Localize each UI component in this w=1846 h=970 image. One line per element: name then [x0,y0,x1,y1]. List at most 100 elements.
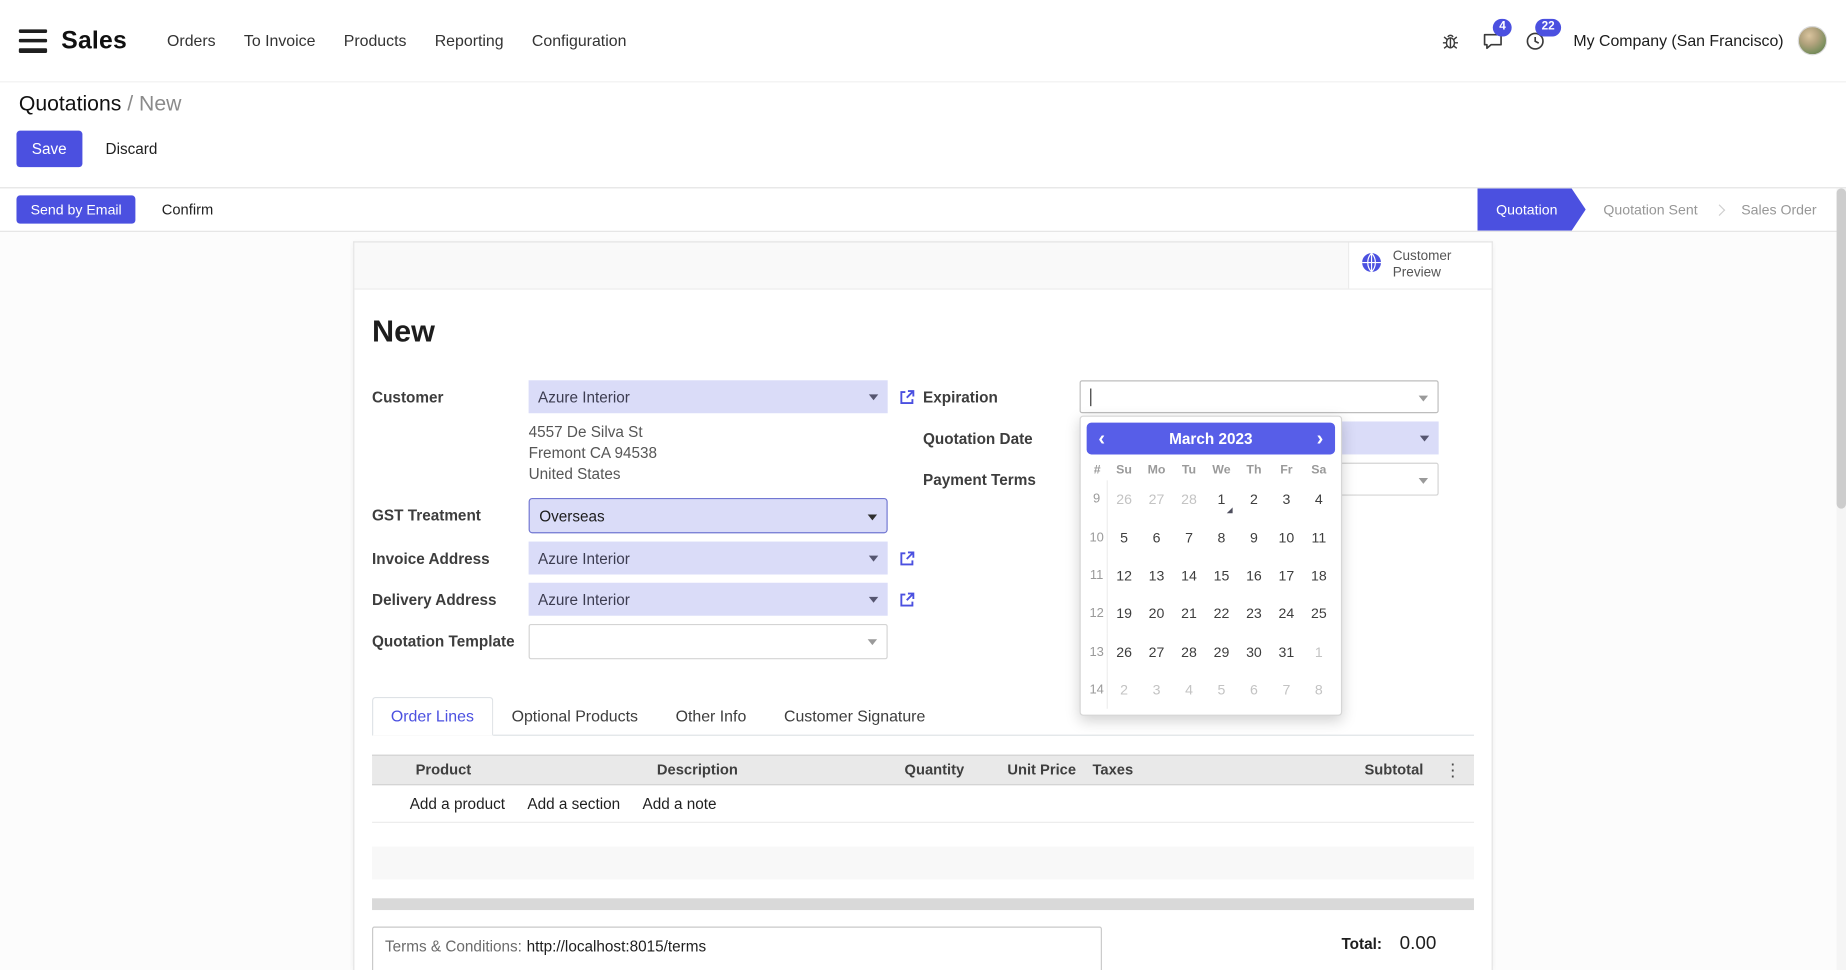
calendar-day-23[interactable]: 23 [1238,595,1270,633]
calendar-day-4[interactable]: 4 [1303,480,1335,518]
calendar-day-28[interactable]: 28 [1173,480,1205,518]
calendar-day-8[interactable]: 8 [1303,671,1335,709]
calendar-dow-th: Th [1238,463,1270,477]
nav-item-products[interactable]: Products [330,21,421,60]
customer-preview-button[interactable]: Customer Preview [1348,243,1492,289]
calendar-day-1[interactable]: 1 [1205,480,1237,518]
calendar-day-15[interactable]: 15 [1205,557,1237,595]
calendar-day-5[interactable]: 5 [1205,671,1237,709]
terms-and-conditions-field[interactable]: Terms & Conditions:http://localhost:8015… [372,927,1102,970]
calendar-day-7[interactable]: 7 [1173,518,1205,556]
calendar-day-7[interactable]: 7 [1270,671,1302,709]
column-header-subtotal[interactable]: Subtotal [1320,762,1432,778]
nav-item-to-invoice[interactable]: To Invoice [230,21,330,60]
nav-item-reporting[interactable]: Reporting [421,21,518,60]
calendar-day-18[interactable]: 18 [1303,557,1335,595]
link-add-a-note[interactable]: Add a note [642,795,716,813]
datepicker-month-title[interactable]: March 2023 [1109,430,1313,448]
calendar-day-13[interactable]: 13 [1140,557,1172,595]
calendar-day-28[interactable]: 28 [1173,633,1205,671]
column-header-product[interactable]: Product [407,762,648,778]
delivery-address-external-link-icon[interactable] [898,590,916,608]
calendar-day-30[interactable]: 30 [1238,633,1270,671]
calendar-week-number: 12 [1087,595,1108,633]
calendar-day-6[interactable]: 6 [1238,671,1270,709]
calendar-day-25[interactable]: 25 [1303,595,1335,633]
column-header-taxes[interactable]: Taxes [1084,762,1319,778]
delivery-address-input[interactable]: Azure Interior [529,583,888,616]
scrollbar-thumb[interactable] [1837,188,1846,508]
column-header-unit-price[interactable]: Unit Price [972,762,1084,778]
datepicker-prev-icon[interactable]: ‹ [1095,429,1109,449]
calendar-day-27[interactable]: 27 [1140,480,1172,518]
user-avatar[interactable] [1798,26,1827,55]
calendar-day-26[interactable]: 26 [1108,480,1140,518]
calendar-week-row: 1219202122232425 [1087,595,1335,633]
calendar-day-19[interactable]: 19 [1108,595,1140,633]
hamburger-menu-icon[interactable] [19,29,47,53]
calendar-day-24[interactable]: 24 [1270,595,1302,633]
invoice-address-input[interactable]: Azure Interior [529,542,888,575]
datepicker-next-icon[interactable]: › [1313,429,1327,449]
tab-order-lines[interactable]: Order Lines [372,697,493,736]
calendar-day-6[interactable]: 6 [1140,518,1172,556]
tab-other-info[interactable]: Other Info [657,697,765,736]
calendar-week-number: 9 [1087,480,1108,518]
calendar-day-10[interactable]: 10 [1270,518,1302,556]
column-header-quantity[interactable]: Quantity [872,762,972,778]
expiration-input[interactable] [1080,380,1439,413]
calendar-day-2[interactable]: 2 [1238,480,1270,518]
save-button[interactable]: Save [16,131,82,167]
calendar-day-2[interactable]: 2 [1108,671,1140,709]
calendar-day-3[interactable]: 3 [1270,480,1302,518]
link-add-a-section[interactable]: Add a section [527,795,620,813]
customer-input[interactable]: Azure Interior [529,380,888,413]
calendar-day-5[interactable]: 5 [1108,518,1140,556]
calendar-day-8[interactable]: 8 [1205,518,1237,556]
calendar-day-31[interactable]: 31 [1270,633,1302,671]
calendar-day-11[interactable]: 11 [1303,518,1335,556]
calendar-day-16[interactable]: 16 [1238,557,1270,595]
calendar-day-26[interactable]: 26 [1108,633,1140,671]
vertical-scrollbar[interactable] [1837,188,1846,970]
stage-quotation-sent[interactable]: Quotation Sent [1586,188,1716,230]
nav-item-orders[interactable]: Orders [153,21,230,60]
calendar-day-27[interactable]: 27 [1140,633,1172,671]
calendar-day-4[interactable]: 4 [1173,671,1205,709]
tab-optional-products[interactable]: Optional Products [493,697,657,736]
calendar-day-29[interactable]: 29 [1205,633,1237,671]
link-add-a-product[interactable]: Add a product [410,795,505,813]
calendar-week-number: 14 [1087,671,1108,709]
stage-sales-order[interactable]: Sales Order [1724,188,1835,230]
invoice-address-value: Azure Interior [538,549,630,567]
nav-item-configuration[interactable]: Configuration [518,21,641,60]
activities-clock-icon[interactable]: 22 [1519,24,1552,57]
calendar-day-9[interactable]: 9 [1238,518,1270,556]
calendar-day-17[interactable]: 17 [1270,557,1302,595]
column-options-icon[interactable]: ⋮ [1432,759,1474,780]
calendar-day-20[interactable]: 20 [1140,595,1172,633]
calendar-day-3[interactable]: 3 [1140,671,1172,709]
quotation-template-input[interactable] [529,624,888,659]
customer-external-link-icon[interactable] [898,388,916,406]
calendar-day-21[interactable]: 21 [1173,595,1205,633]
debug-bug-icon[interactable] [1434,24,1467,57]
calendar-day-12[interactable]: 12 [1108,557,1140,595]
company-switcher[interactable]: My Company (San Francisco) [1573,32,1783,50]
confirm-button[interactable]: Confirm [150,195,225,223]
stage-quotation[interactable]: Quotation [1477,188,1585,230]
tab-customer-signature[interactable]: Customer Signature [765,697,944,736]
invoice-address-external-link-icon[interactable] [898,549,916,567]
breadcrumb-quotations[interactable]: Quotations [19,92,121,116]
messages-icon[interactable]: 4 [1477,24,1510,57]
calendar-day-1[interactable]: 1 [1303,633,1335,671]
gst-treatment-select[interactable]: Overseas [529,498,888,533]
discard-button[interactable]: Discard [94,131,169,167]
terms-value: http://localhost:8015/terms [527,937,707,955]
send-by-email-button[interactable]: Send by Email [16,195,135,223]
calendar-dow-tu: Tu [1173,463,1205,477]
column-header-description[interactable]: Description [649,762,873,778]
app-brand[interactable]: Sales [61,26,127,54]
calendar-day-22[interactable]: 22 [1205,595,1237,633]
calendar-day-14[interactable]: 14 [1173,557,1205,595]
